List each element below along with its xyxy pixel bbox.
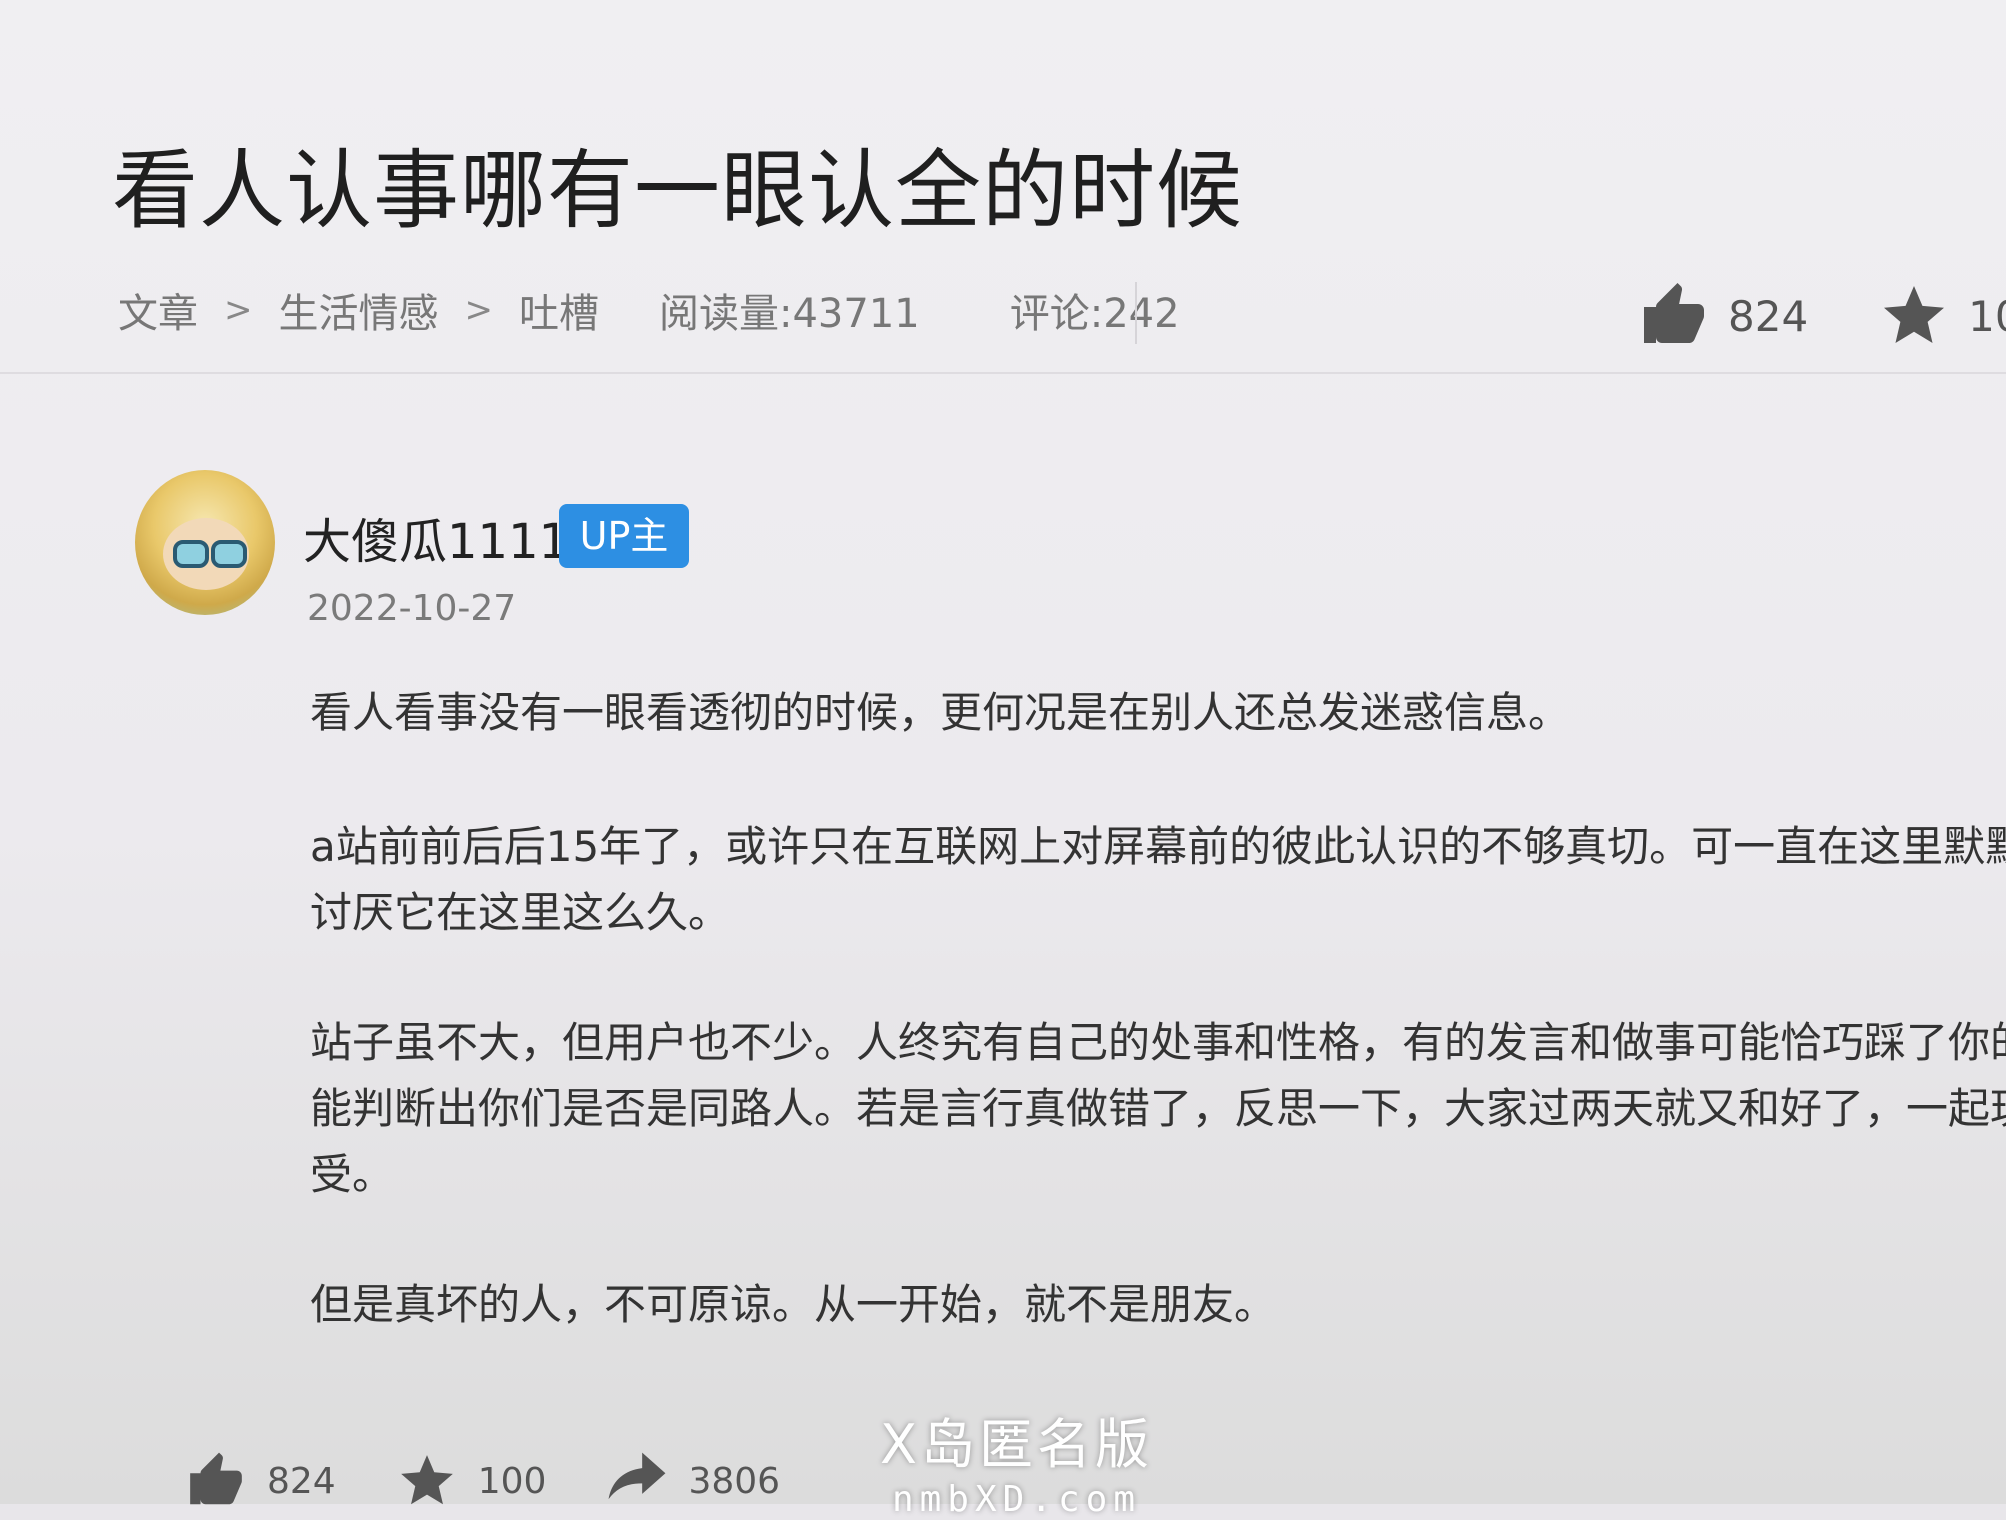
article-body: 看人看事没有一眼看透彻的时候，更何况是在别人还总发迷惑信息。 a站前前后后15年…: [310, 680, 2006, 1406]
favorite-button[interactable]: 10: [1878, 280, 2006, 352]
paragraph-3-line-1: 站子虽不大，但用户也不少。人终究有自己的处事和性格，有的发言和做事可能恰巧踩了你…: [310, 1018, 2006, 1067]
thumbs-up-icon: [1644, 283, 1704, 343]
article-title: 看人认事哪有一眼认全的时候: [112, 141, 1243, 241]
footer-favorite-count: 100: [477, 1460, 547, 1502]
paragraph-2: a站前前后后15年了，或许只在互联网上对屏幕前的彼此认识的不够真切。可一直在这里…: [310, 814, 2006, 946]
watermark: X岛匿名版 nmbXD.com: [880, 1400, 1153, 1520]
footer-share-button[interactable]: 3806: [606, 1450, 780, 1512]
avatar-goggle-right: [211, 540, 247, 568]
breadcrumb-item-life[interactable]: 生活情感: [279, 281, 439, 339]
paragraph-3-line-2: 能判断出你们是否是同路人。若是言行真做错了，反思一下，大家过两天就又和好了，一起…: [310, 1084, 2006, 1133]
author-name[interactable]: 大傻瓜1111: [303, 502, 569, 572]
footer-favorite-button[interactable]: 100: [396, 1450, 547, 1512]
up-badge: UP主: [559, 504, 689, 568]
star-icon: [1884, 286, 1945, 343]
like-button[interactable]: 824: [1638, 280, 1808, 352]
article-meta: 文章 > 生活情感 > 吐槽 阅读量:43711 评论:242: [118, 280, 1180, 340]
thumbs-up-icon: [190, 1452, 242, 1505]
avatar-goggle-left: [173, 540, 209, 568]
star-icon: [400, 1455, 453, 1505]
breadcrumb-separator: >: [224, 290, 253, 330]
watermark-title: X岛匿名版: [880, 1413, 1153, 1476]
breadcrumb-item-rant[interactable]: 吐槽: [519, 281, 599, 339]
view-count: 阅读量:43711: [659, 291, 920, 337]
paragraph-4: 但是真坏的人，不可原谅。从一开始，就不是朋友。: [310, 1280, 1277, 1329]
favorite-count: 10: [1968, 291, 2006, 341]
meta-divider: [1135, 282, 1137, 344]
article-actions: 824 10: [1638, 280, 2006, 352]
like-count: 824: [1728, 291, 1809, 341]
avatar[interactable]: [135, 470, 275, 615]
comment-count[interactable]: 评论:242: [1010, 281, 1180, 339]
paragraph-3-line-3: 受。: [310, 1150, 395, 1199]
post-date: 2022-10-27: [307, 588, 517, 629]
breadcrumb-item-articles[interactable]: 文章: [118, 281, 198, 339]
breadcrumb-separator: >: [464, 290, 494, 330]
header-divider: [0, 372, 2006, 374]
paragraph-3: 站子虽不大，但用户也不少。人终究有自己的处事和性格，有的发言和做事可能恰巧踩了你…: [310, 1010, 2006, 1208]
article-page: 看人认事哪有一眼认全的时候 文章 > 生活情感 > 吐槽 阅读量:43711 评…: [0, 0, 2006, 1520]
paragraph-2-line-2: 讨厌它在这里这么久。: [310, 888, 731, 937]
footer-like-count: 824: [267, 1460, 336, 1502]
paragraph-1: 看人看事没有一眼看透彻的时候，更何况是在别人还总发迷惑信息。: [310, 688, 1571, 737]
watermark-url: nmbXD.com: [891, 1479, 1142, 1520]
footer-actions: 824 100 3806: [185, 1450, 840, 1512]
footer-share-count: 3806: [688, 1460, 781, 1502]
share-icon: [609, 1452, 666, 1500]
paragraph-2-line-1: a站前前后后15年了，或许只在互联网上对屏幕前的彼此认识的不够真切。可一直在这里…: [310, 822, 2006, 871]
footer-like-button[interactable]: 824: [185, 1450, 336, 1512]
